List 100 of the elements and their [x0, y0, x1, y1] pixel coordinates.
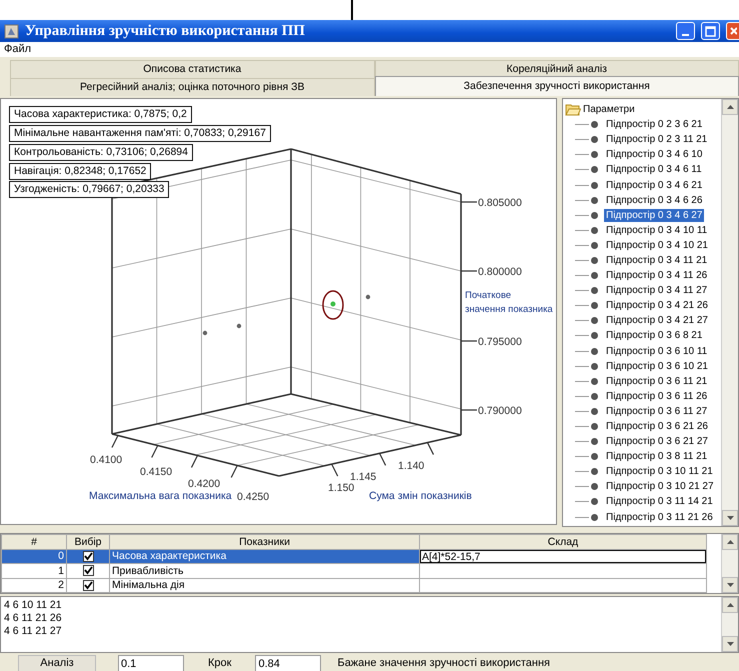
bullet-icon [591, 121, 598, 128]
input-field[interactable]: 0.84 [255, 654, 322, 671]
tick-label: 0.4200 [188, 478, 220, 490]
result-line: 4 6 11 21 27 [4, 625, 63, 638]
tree-item[interactable]: Підпростір 0 3 4 11 21 [604, 254, 710, 267]
tab[interactable]: Описова статистика [10, 60, 374, 78]
tree-item[interactable]: Підпростір 0 3 4 10 11 [604, 224, 710, 237]
bullet-icon [591, 423, 598, 430]
bullet-icon [591, 166, 598, 174]
bullet-icon [591, 468, 598, 476]
column-header[interactable]: Вибір [66, 534, 110, 550]
axis-label: Максимальна вага показника [89, 490, 232, 502]
scrollbar[interactable] [721, 99, 738, 526]
axis-label: Початкове [465, 290, 512, 301]
bullet-icon [591, 151, 598, 158]
field-label: Крок [208, 657, 232, 671]
bullet-icon [591, 182, 598, 189]
minimize-button[interactable] [676, 22, 695, 40]
scrollbar[interactable] [721, 534, 738, 593]
bullet-icon [591, 483, 598, 490]
checkbox[interactable] [82, 580, 94, 591]
tree-item[interactable]: Підпростір 0 2 3 6 21 [604, 118, 704, 132]
bullet-icon [591, 136, 598, 144]
tree-item[interactable]: Підпростір 0 3 4 11 26 [604, 269, 710, 282]
bullet-icon [591, 256, 598, 264]
table-cell: 2 [2, 578, 66, 592]
close-button[interactable] [726, 22, 739, 40]
caption-text: Бажане значення зручності використання [337, 657, 550, 671]
bullet-icon [591, 242, 598, 249]
bullet-icon [591, 408, 598, 415]
bullet-icon [591, 226, 598, 234]
tab[interactable]: Регресійний аналіз; оцінка поточного рівня ЗВ [10, 78, 374, 96]
bullet-icon [591, 453, 598, 460]
column-header[interactable]: Склад [420, 534, 706, 550]
tree-item[interactable]: Підпростір 0 3 11 21 26 [604, 510, 715, 524]
table-cell[interactable]: Мінімальна дія [110, 578, 420, 592]
legend-label: Навігація: 0,82348; 0,17652 [9, 163, 152, 180]
column-header[interactable]: Показники [110, 534, 420, 550]
tick-label: 1.150 [328, 482, 354, 494]
tree-item[interactable]: Підпростір 0 3 4 6 21 [604, 178, 704, 192]
tick-label: 0.805000 [478, 197, 522, 209]
window-title: Управління зручністю використання ПП [25, 22, 305, 40]
maximize-icon [705, 26, 716, 36]
tree-item[interactable]: Підпростір 0 3 11 14 21 [604, 495, 715, 508]
axis-label: Сума змін показників [369, 490, 472, 502]
tree-item[interactable]: Підпростір 0 2 3 11 21 [604, 133, 710, 146]
data-point [202, 330, 208, 336]
bullet-icon [591, 196, 598, 204]
bullet-icon [591, 378, 598, 385]
input-field[interactable]: 0.1 [118, 654, 184, 671]
scroll-up-icon[interactable] [722, 534, 738, 550]
tree-item[interactable]: Підпростір 0 3 4 11 27 [604, 284, 710, 298]
highlight-ring [322, 290, 344, 320]
menu-item[interactable]: Файл [2, 42, 34, 56]
table-cell: 1 [2, 564, 66, 578]
tree-item[interactable]: Підпростір 0 3 4 6 26 [604, 194, 704, 207]
scroll-down-icon[interactable] [722, 510, 738, 526]
bullet-icon [591, 272, 598, 280]
tree-item[interactable]: Підпростір 0 3 6 21 27 [604, 435, 710, 448]
tree-item[interactable]: Підпростір 0 3 10 11 21 [604, 465, 715, 478]
tab[interactable]: Забезпечення зручності використання [374, 76, 739, 96]
data-point [330, 302, 336, 306]
scroll-up-icon[interactable] [722, 99, 738, 115]
input-field[interactable]: A[4]*52-15,7 [420, 550, 706, 564]
bullet-icon [591, 302, 598, 310]
legend-label: Часова характеристика: 0,7875; 0,2 [9, 106, 192, 123]
checkbox[interactable] [82, 565, 94, 576]
tree-item[interactable]: Підпростір 0 3 4 10 21 [604, 238, 710, 252]
table-cell[interactable]: Часова характеристика [110, 550, 420, 564]
scroll-down-icon[interactable] [722, 577, 738, 593]
bullet-icon [591, 317, 598, 324]
tree-item[interactable]: Підпростір 0 3 10 21 27 [604, 480, 716, 494]
legend-label: Контрольованість: 0,73106; 0,26894 [9, 144, 193, 161]
maximize-button[interactable] [701, 22, 720, 40]
scroll-up-icon[interactable] [722, 597, 738, 613]
tree-item[interactable]: Підпростір 0 3 4 6 10 [604, 148, 704, 162]
scrollbar[interactable] [721, 597, 738, 652]
bullet-icon [591, 514, 598, 521]
tree-item[interactable]: Підпростір 0 3 6 21 26 [604, 420, 710, 434]
table-cell[interactable]: Привабливість [110, 564, 420, 578]
tree-item[interactable]: Підпростір 0 3 8 11 21 [604, 450, 710, 464]
app-icon [4, 24, 19, 38]
tree-item[interactable]: Підпростір 0 3 4 6 11 [604, 163, 704, 176]
tick-label: 0.800000 [478, 266, 522, 278]
tree-item[interactable]: Підпростір 0 3 4 21 26 [604, 299, 710, 312]
scroll-down-icon[interactable] [722, 636, 738, 652]
tree-item[interactable]: Підпростір 0 3 4 21 27 [604, 314, 710, 328]
tree-item[interactable]: Підпростір 0 3 6 11 21 [604, 374, 710, 388]
data-point [366, 294, 370, 300]
checkbox[interactable] [82, 551, 94, 562]
tree-item[interactable]: Параметри [581, 103, 637, 116]
tree-item[interactable]: Підпростір 0 3 6 10 21 [604, 360, 710, 373]
tree-item[interactable]: Підпростір 0 3 6 8 21 [604, 329, 704, 342]
column-header[interactable]: # [2, 534, 66, 550]
tree-item[interactable]: Підпростір 0 3 4 6 27 [604, 208, 704, 222]
tree-item[interactable]: Підпростір 0 3 6 11 26 [604, 390, 710, 403]
bullet-icon [591, 348, 598, 355]
tree-item[interactable]: Підпростір 0 3 6 11 27 [604, 404, 710, 418]
tree-item[interactable]: Підпростір 0 3 6 10 11 [604, 344, 710, 358]
analyze-button[interactable]: Аналіз [18, 654, 96, 671]
